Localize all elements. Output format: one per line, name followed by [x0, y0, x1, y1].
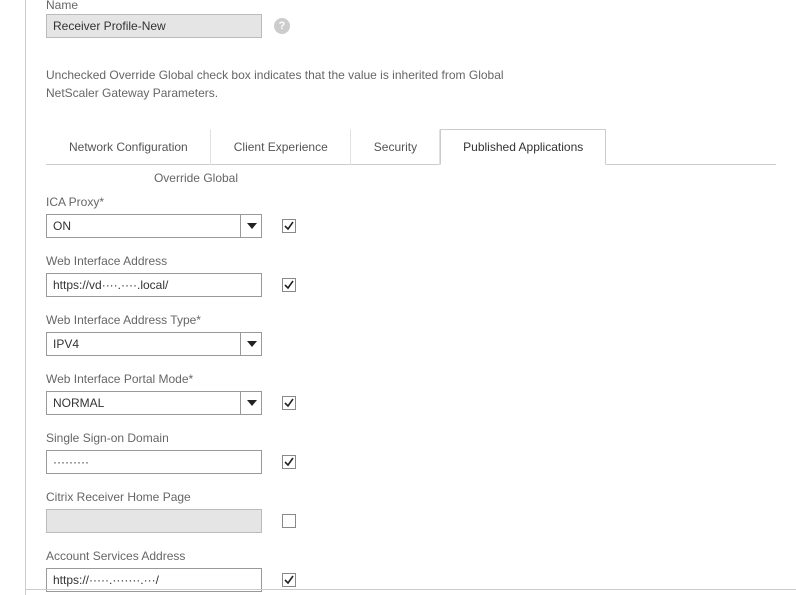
tab-client-experience[interactable]: Client Experience — [211, 129, 351, 165]
single-signon-domain-label: Single Sign-on Domain — [46, 431, 776, 445]
tab-security[interactable]: Security — [351, 129, 440, 165]
web-interface-address-type-label: Web Interface Address Type* — [46, 313, 776, 327]
web-interface-portal-mode-label: Web Interface Portal Mode* — [46, 372, 776, 386]
ica-proxy-override-checkbox[interactable] — [282, 219, 296, 233]
tab-published-applications[interactable]: Published Applications — [440, 129, 606, 165]
web-interface-address-input[interactable] — [46, 273, 262, 297]
citrix-receiver-home-input — [46, 509, 262, 533]
account-services-address-override-checkbox[interactable] — [282, 573, 296, 587]
name-field-label: Name — [46, 0, 776, 12]
web-interface-address-type-select[interactable]: IPV4 — [46, 332, 262, 356]
citrix-receiver-home-override-checkbox[interactable] — [282, 514, 296, 528]
web-interface-address-label: Web Interface Address — [46, 254, 776, 268]
profile-name-input — [46, 14, 262, 38]
citrix-receiver-home-label: Citrix Receiver Home Page — [46, 490, 776, 504]
ica-proxy-select[interactable]: ON — [46, 214, 262, 238]
account-services-address-label: Account Services Address — [46, 549, 776, 563]
web-interface-portal-mode-override-checkbox[interactable] — [282, 396, 296, 410]
help-icon[interactable]: ? — [274, 18, 290, 34]
web-interface-address-override-checkbox[interactable] — [282, 278, 296, 292]
web-interface-portal-mode-select[interactable]: NORMAL — [46, 391, 262, 415]
tab-network-configuration[interactable]: Network Configuration — [46, 129, 211, 165]
single-signon-domain-override-checkbox[interactable] — [282, 455, 296, 469]
tab-bar: Network Configuration Client Experience … — [46, 128, 776, 165]
ica-proxy-label: ICA Proxy* — [46, 195, 776, 209]
override-global-header: Override Global — [46, 171, 346, 185]
single-signon-domain-input[interactable] — [46, 450, 262, 474]
description-text: Unchecked Override Global check box indi… — [46, 66, 546, 102]
